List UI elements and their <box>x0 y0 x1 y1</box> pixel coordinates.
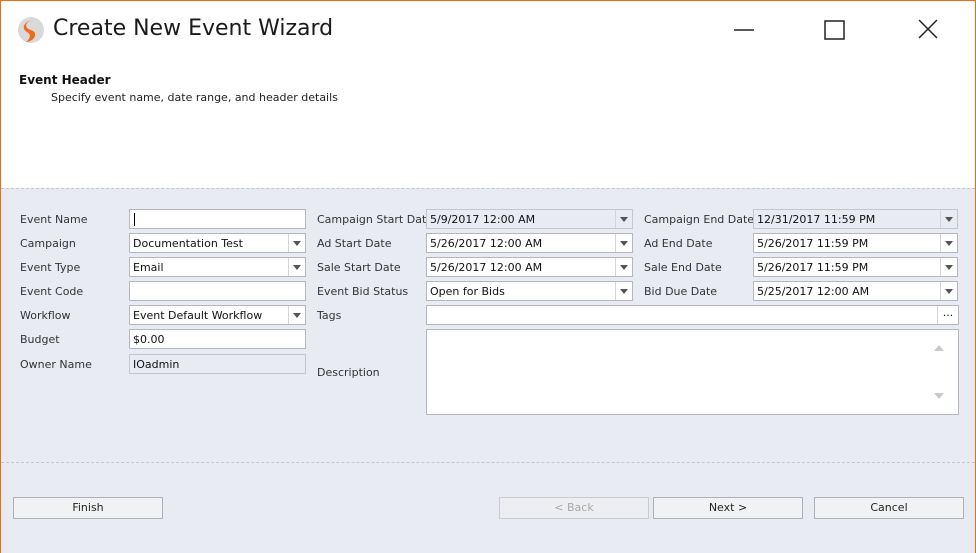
sale-end-date-label: Sale End Date <box>644 261 722 274</box>
workflow-value: Event Default Workflow <box>133 309 263 322</box>
ad-start-date-picker[interactable]: 5/26/2017 12:00 AM <box>426 233 633 253</box>
maximize-icon <box>824 20 845 40</box>
form-panel: Event Name Campaign Documentation Test E… <box>1 188 975 553</box>
owner-name-field: IOadmin <box>129 354 306 374</box>
event-code-input[interactable] <box>129 281 306 301</box>
chevron-down-icon[interactable] <box>288 258 305 276</box>
page-subtitle: Specify event name, date range, and head… <box>51 91 338 104</box>
maximize-button[interactable] <box>812 9 858 53</box>
sale-start-date-picker[interactable]: 5/26/2017 12:00 AM <box>426 257 633 277</box>
wizard-window: Create New Event Wizard Event Header Spe… <box>0 0 976 553</box>
sale-start-date-value: 5/26/2017 12:00 AM <box>430 261 543 274</box>
tags-label: Tags <box>317 309 342 322</box>
workflow-label: Workflow <box>20 309 71 322</box>
campaign-start-date-label: Campaign Start Date <box>317 213 434 226</box>
campaign-end-date-value: 12/31/2017 11:59 PM <box>757 213 876 226</box>
workflow-select[interactable]: Event Default Workflow <box>129 305 306 325</box>
close-icon <box>918 19 938 39</box>
campaign-select[interactable]: Documentation Test <box>129 233 306 253</box>
campaign-start-date-picker[interactable]: 5/9/2017 12:00 AM <box>426 209 633 229</box>
finish-button[interactable]: Finish <box>13 497 163 519</box>
event-code-label: Event Code <box>20 285 84 298</box>
app-logo-icon <box>18 17 44 43</box>
sale-end-date-picker[interactable]: 5/26/2017 11:59 PM <box>753 257 958 277</box>
window-title: Create New Event Wizard <box>53 16 334 41</box>
sale-end-date-value: 5/26/2017 11:59 PM <box>757 261 869 274</box>
back-button[interactable]: < Back <box>499 497 649 519</box>
wizard-header: Event Header Specify event name, date ra… <box>1 61 975 188</box>
campaign-end-date-picker[interactable]: 12/31/2017 11:59 PM <box>753 209 958 229</box>
tags-ellipsis-button[interactable]: ... <box>937 306 958 324</box>
campaign-label: Campaign <box>20 237 76 250</box>
ad-end-date-value: 5/26/2017 11:59 PM <box>757 237 869 250</box>
event-type-label: Event Type <box>20 261 81 274</box>
description-textarea[interactable] <box>426 329 959 415</box>
chevron-down-icon[interactable] <box>940 210 957 228</box>
bid-due-date-label: Bid Due Date <box>644 285 718 298</box>
campaign-start-date-value: 5/9/2017 12:00 AM <box>430 213 536 226</box>
ad-start-date-value: 5/26/2017 12:00 AM <box>430 237 543 250</box>
campaign-value: Documentation Test <box>133 237 243 250</box>
chevron-down-icon[interactable] <box>940 258 957 276</box>
tags-input[interactable]: ... <box>426 305 959 325</box>
campaign-end-date-label: Campaign End Date <box>644 213 755 226</box>
next-button[interactable]: Next > <box>653 497 803 519</box>
ad-end-date-picker[interactable]: 5/26/2017 11:59 PM <box>753 233 958 253</box>
close-button[interactable] <box>905 9 951 53</box>
chevron-down-icon[interactable] <box>615 210 632 228</box>
chevron-down-icon[interactable] <box>940 282 957 300</box>
bid-due-date-value: 5/25/2017 12:00 AM <box>757 285 870 298</box>
budget-input[interactable]: $0.00 <box>129 329 306 349</box>
owner-name-label: Owner Name <box>20 358 92 371</box>
event-bid-status-label: Event Bid Status <box>317 285 409 298</box>
budget-label: Budget <box>20 333 60 346</box>
scroll-down-icon[interactable] <box>934 393 944 399</box>
event-type-value: Email <box>133 261 164 274</box>
owner-name-value: IOadmin <box>133 358 180 371</box>
budget-value: $0.00 <box>133 333 165 346</box>
page-title: Event Header <box>19 73 111 87</box>
footer-divider <box>1 462 975 463</box>
chevron-down-icon[interactable] <box>940 234 957 252</box>
cancel-button[interactable]: Cancel <box>814 497 964 519</box>
chevron-down-icon[interactable] <box>615 258 632 276</box>
chevron-down-icon[interactable] <box>288 306 305 324</box>
event-type-select[interactable]: Email <box>129 257 306 277</box>
ad-start-date-label: Ad Start Date <box>317 237 392 250</box>
bid-due-date-picker[interactable]: 5/25/2017 12:00 AM <box>753 281 958 301</box>
event-name-input[interactable] <box>129 209 306 229</box>
description-label: Description <box>317 366 380 379</box>
chevron-down-icon[interactable] <box>615 234 632 252</box>
chevron-down-icon[interactable] <box>615 282 632 300</box>
ad-end-date-label: Ad End Date <box>644 237 713 250</box>
event-bid-status-select[interactable]: Open for Bids <box>426 281 633 301</box>
scroll-up-icon[interactable] <box>934 345 944 351</box>
event-bid-status-value: Open for Bids <box>430 285 505 298</box>
sale-start-date-label: Sale Start Date <box>317 261 401 274</box>
title-bar: Create New Event Wizard <box>1 1 975 61</box>
chevron-down-icon[interactable] <box>288 234 305 252</box>
event-name-label: Event Name <box>20 213 88 226</box>
minimize-icon <box>734 29 754 31</box>
minimize-button[interactable] <box>721 9 767 53</box>
text-caret <box>134 213 135 226</box>
